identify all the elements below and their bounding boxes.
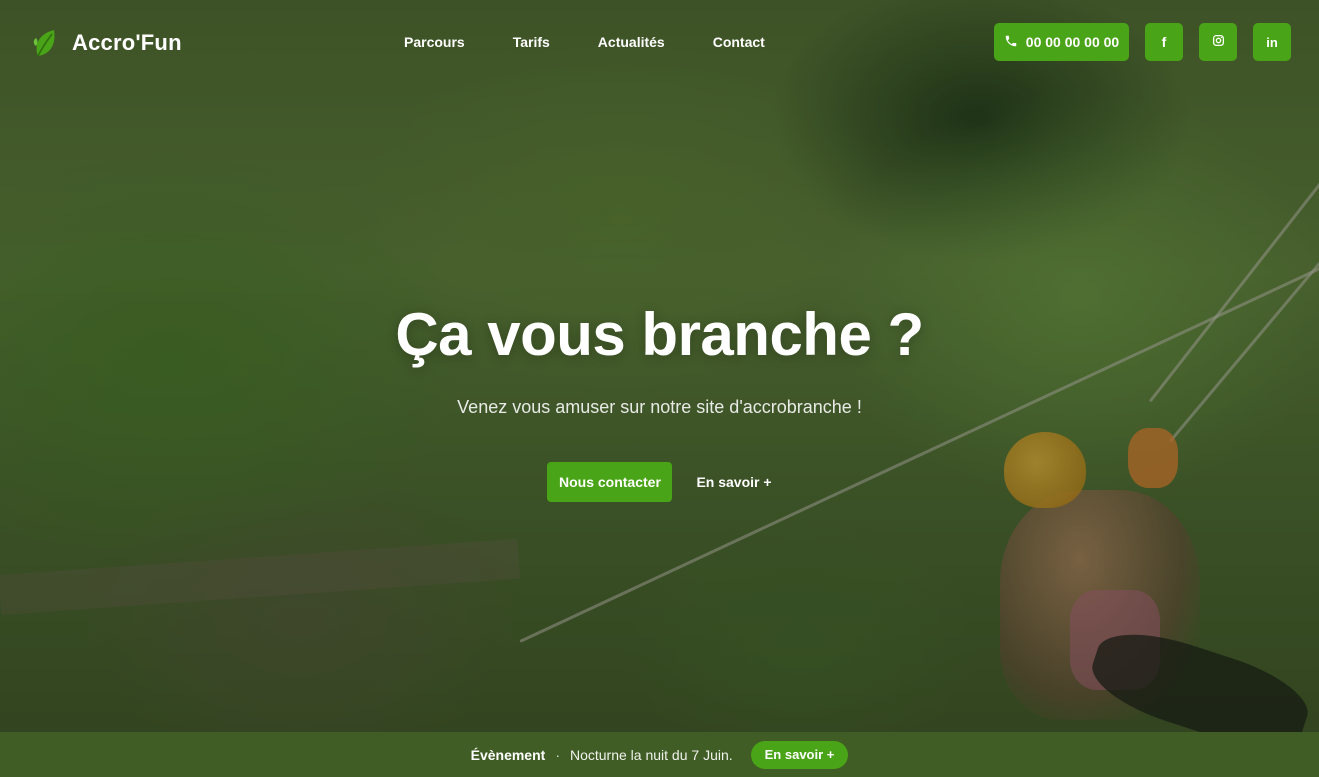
bridge-shape — [0, 538, 521, 615]
instagram-icon — [1212, 34, 1225, 50]
logo[interactable]: Accro'Fun — [32, 26, 182, 60]
leaf-icon — [32, 26, 60, 60]
instagram-button[interactable] — [1199, 23, 1237, 61]
brand-name: Accro'Fun — [72, 30, 182, 55]
nav-link-contact[interactable]: Contact — [713, 34, 765, 50]
hero-subtitle: Venez vous amuser sur notre site d'accro… — [457, 397, 862, 417]
nav-link-parcours[interactable]: Parcours — [404, 34, 465, 50]
phone-number: 00 00 00 00 00 — [1025, 34, 1120, 50]
main-nav: Parcours Tarifs Actualités Contact — [404, 34, 765, 50]
learn-more-link[interactable]: En savoir + — [696, 474, 771, 490]
linkedin-icon: in — [1266, 34, 1278, 50]
contact-button[interactable]: Nous contacter — [547, 462, 673, 502]
hero-actions: Nous contacter En savoir + — [0, 462, 1319, 502]
hero-section: Ça vous branche ? Venez vous amuser sur … — [0, 300, 1319, 502]
site-header: Accro'Fun Parcours Tarifs Actualités Con… — [0, 0, 1319, 84]
event-label: Évènement — [470, 746, 546, 763]
header-actions: 00 00 00 00 00 f in — [994, 23, 1291, 61]
harness-shape — [1070, 590, 1160, 690]
phone-icon — [1004, 34, 1018, 51]
event-banner: Évènement · Nocturne la nuit du 7 Juin. … — [0, 732, 1319, 777]
zipliner-figure — [1000, 490, 1200, 720]
nav-link-actualites[interactable]: Actualités — [598, 34, 665, 50]
phone-button[interactable]: 00 00 00 00 00 — [994, 23, 1129, 61]
linkedin-button[interactable]: in — [1253, 23, 1291, 61]
nav-link-tarifs[interactable]: Tarifs — [513, 34, 550, 50]
event-separator: · — [555, 746, 560, 763]
event-text: Nocturne la nuit du 7 Juin. — [569, 746, 733, 763]
hero-title: Ça vous branche ? — [395, 301, 924, 368]
event-learn-more-button[interactable]: En savoir + — [750, 740, 849, 769]
facebook-button[interactable]: f — [1145, 23, 1183, 61]
facebook-icon: f — [1161, 34, 1167, 50]
